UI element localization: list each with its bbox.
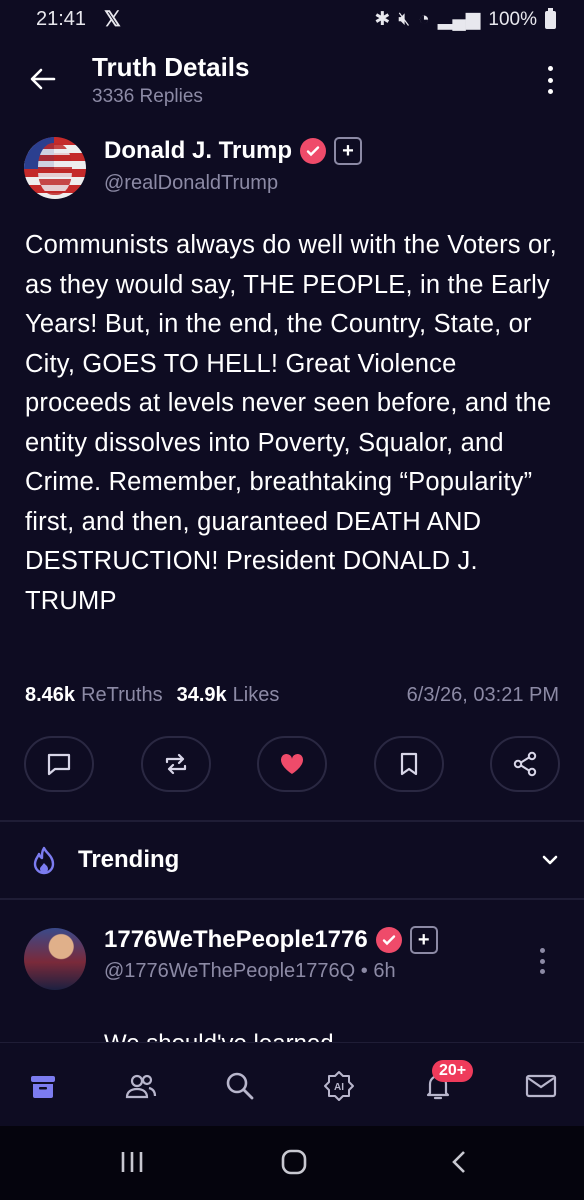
plus-badge-icon: + [334,137,363,165]
back-button[interactable] [28,64,58,94]
bluetooth-icon: ✱ [374,9,391,30]
share-icon [513,751,537,777]
nav-ai[interactable]: AI [322,1069,356,1103]
like-button[interactable] [257,736,327,792]
author-name[interactable]: Donald J. Trump [104,137,292,165]
battery-icon [545,7,556,29]
mute-icon: 🔇︎ [398,8,411,30]
separator: • [360,960,368,982]
plus-badge-icon: + [409,926,438,954]
home-circle-icon [281,1149,307,1175]
nav-home[interactable] [26,1069,60,1103]
retruths-count[interactable]: 8.46k [25,684,75,707]
trending-author-avatar[interactable] [24,928,86,990]
nav-groups[interactable] [124,1069,158,1103]
arrow-left-icon [30,68,56,90]
author-name-row[interactable]: Donald J. Trump + [104,137,363,165]
author-avatar[interactable] [24,137,86,199]
share-button[interactable] [490,736,560,792]
retruths-label[interactable]: ReTruths [81,684,163,707]
trending-author-name[interactable]: 1776WeThePeople1776 [104,926,368,954]
status-bar: 21:41 𝕏 ✱ 🔇︎ ◔ ▂▄▆ 100% [0,0,584,40]
reply-button[interactable] [24,736,94,792]
status-time: 21:41 [36,8,87,30]
svg-text:AI: AI [334,1082,344,1093]
battery-percent: 100% [488,8,537,30]
trending-author-handle-row: @1776WeThePeople1776Q • 6h [104,960,396,983]
status-icons: ✱ 🔇︎ ◔ ▂▄▆ 100% [374,7,556,31]
post-stats: 8.46k ReTruths 34.9k Likes [25,684,279,707]
likes-count[interactable]: 34.9k [177,684,227,707]
reply-icon [47,753,71,776]
bookmark-icon [400,752,417,776]
nav-messages[interactable] [524,1069,558,1103]
chevron-left-icon [452,1151,465,1173]
trending-post-body: We should've learned [104,1030,334,1042]
author-handle[interactable]: @realDonaldTrump [104,172,278,195]
messages-icon [525,1074,557,1098]
heart-icon [280,753,304,774]
more-options-button[interactable] [546,66,554,94]
home-icon [31,1076,55,1098]
wifi-icon: ◔ [418,8,430,30]
trending-label[interactable]: Trending [78,846,179,874]
trending-more-button[interactable] [538,948,546,974]
retruth-icon [165,753,186,775]
retruth-button[interactable] [140,736,211,792]
system-back-button[interactable] [446,1148,474,1181]
x-app-icon: 𝕏 [104,8,121,31]
replies-count: 3336 Replies [92,86,203,107]
notifications-badge: 20+ [432,1060,474,1082]
post-body: Communists always do well with the Voter… [25,231,557,615]
verified-badge-icon [300,138,327,164]
recent-apps-button[interactable] [118,1148,146,1181]
likes-label[interactable]: Likes [233,684,280,707]
flame-icon [30,846,58,876]
home-system-button[interactable] [280,1148,308,1181]
post-age: 6h [373,960,396,982]
groups-icon [125,1074,157,1099]
post-timestamp: 6/3/26, 03:21 PM [406,684,559,706]
bookmark-button[interactable] [373,736,444,792]
recent-apps-icon [121,1152,143,1172]
verified-badge-icon [375,927,402,953]
ai-icon: AI [324,1071,354,1101]
signal-icon: ▂▄▆ [437,9,481,30]
system-navigation-bar [0,1126,584,1200]
divider [0,898,584,900]
search-icon [226,1072,254,1100]
chevron-down-icon[interactable] [540,850,560,870]
trending-author-handle[interactable]: @1776WeThePeople1776Q [104,960,355,982]
nav-search[interactable] [223,1069,257,1103]
bottom-navigation: AI [0,1042,584,1127]
post-actions [24,736,560,792]
trending-author-name-row[interactable]: 1776WeThePeople1776 + [104,926,438,954]
page-title: Truth Details [92,52,250,82]
divider [0,820,584,822]
